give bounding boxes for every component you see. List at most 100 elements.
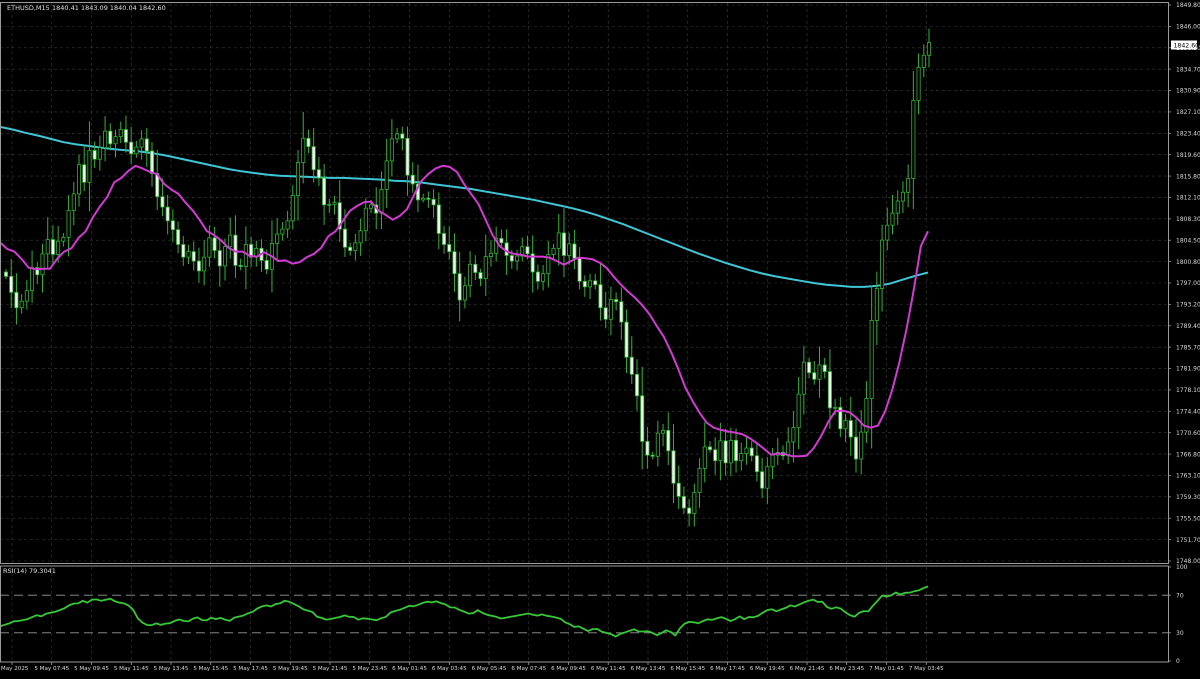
candle-body-up [353, 242, 358, 251]
price-tick-label: 1808.30 [1176, 216, 1200, 223]
candle-body-down [629, 356, 634, 375]
candle-body-down [535, 271, 540, 282]
candle-body-down [734, 439, 739, 462]
candle-body-up [515, 255, 520, 262]
candle-body-up [890, 212, 895, 226]
candle-body-down [598, 284, 603, 309]
candle-body-up [541, 273, 546, 282]
price-tick-label: 1830.90 [1176, 88, 1200, 95]
time-tick-label: 5 May 2025 [0, 666, 29, 672]
candle-body-up [103, 130, 108, 149]
candle-body-up [97, 147, 102, 160]
candle-body-up [379, 189, 384, 214]
candle-body-down [603, 307, 608, 320]
candle-body-up [770, 454, 775, 468]
candle-body-up [87, 150, 92, 183]
candle-body-up [296, 162, 301, 196]
candle-body-down [457, 273, 462, 301]
time-tick-label: 6 May 01:45 [392, 666, 427, 672]
candle-body-down [634, 373, 639, 397]
candle-body-down [149, 150, 155, 174]
price-tick-label: 1785.70 [1176, 344, 1200, 351]
price-tick-label: 1800.80 [1176, 259, 1200, 266]
candle-body-up [843, 420, 848, 430]
candle-body-up [791, 427, 796, 443]
candle-body-down [624, 321, 629, 358]
candle-body-down [593, 280, 598, 286]
time-tick-label: 6 May 21:45 [790, 666, 825, 672]
time-tick-label: 5 May 15:45 [193, 666, 228, 672]
candle-body-down [342, 228, 347, 248]
candle-body-up [61, 236, 66, 242]
candle-body-down [50, 239, 55, 255]
candle-body-up [692, 492, 697, 514]
candle-body-down [619, 301, 624, 323]
candle-body-down [316, 169, 321, 179]
candle-body-up [728, 439, 733, 464]
candle-body-up [906, 178, 911, 193]
candlestick-chart[interactable]: 1849.801846.001838.501834.701830.901827.… [0, 0, 1200, 675]
candle-body-down [426, 197, 431, 200]
candle-body-up [655, 432, 660, 457]
candle-body-down [760, 471, 765, 489]
candle-body-up [421, 197, 426, 201]
candle-body-down [311, 146, 316, 171]
rsi-label: RSI(14) 79.3041 [3, 567, 56, 575]
price-tick-label: 1797.00 [1176, 280, 1200, 287]
candle-body-down [436, 204, 441, 234]
candle-body-down [400, 133, 405, 139]
candle-body-up [874, 288, 879, 321]
candle-body-down [176, 229, 181, 245]
time-tick-label: 6 May 19:45 [750, 666, 785, 672]
price-tick-label: 1846.00 [1176, 24, 1200, 31]
candle-body-up [290, 195, 295, 222]
candle-body-down [160, 196, 165, 208]
candle-body-down [822, 364, 827, 372]
candle-body-up [243, 244, 248, 267]
candle-body-up [926, 42, 932, 56]
candle-body-up [363, 207, 368, 232]
price-tick-label: 1781.90 [1176, 366, 1200, 373]
candle-body-up [186, 251, 191, 258]
candle-body-up [661, 430, 666, 434]
rsi-tick-label: 70 [1176, 592, 1184, 599]
candle-body-down [666, 430, 671, 452]
time-tick-label: 5 May 13:45 [154, 666, 189, 672]
candle-body-down [509, 255, 514, 262]
candle-body-down [410, 174, 415, 185]
candle-body-up [588, 280, 593, 288]
candle-body-up [285, 220, 290, 230]
candle-body-up [45, 239, 50, 255]
candle-body-down [650, 454, 655, 457]
candle-body-up [19, 300, 24, 309]
candle-body-up [916, 66, 921, 101]
time-tick-label: 5 May 17:45 [233, 666, 268, 672]
candle-body-up [833, 406, 838, 409]
time-tick-label: 7 May 01:45 [869, 666, 904, 672]
price-tick-label: 1763.10 [1176, 473, 1200, 480]
candle-body-up [697, 467, 702, 493]
candle-body-down [123, 129, 128, 143]
candle-body-down [452, 251, 457, 275]
candle-body-down [431, 198, 436, 206]
candle-body-down [144, 138, 149, 152]
candle-body-up [483, 256, 488, 279]
candle-body-up [207, 237, 212, 258]
price-tick-label: 1815.80 [1176, 173, 1200, 180]
chart-terminal: 1849.801846.001838.501834.701830.901827.… [0, 0, 1200, 675]
time-tick-label: 6 May 13:45 [631, 666, 666, 672]
candle-body-up [24, 290, 29, 302]
candle-body-down [707, 446, 712, 451]
candle-body-down [499, 238, 504, 244]
candle-body-down [447, 244, 452, 253]
candle-body-down [348, 246, 353, 251]
candle-body-down [853, 436, 859, 460]
candle-body-down [754, 455, 759, 473]
candle-body-up [567, 243, 572, 256]
candle-body-up [859, 431, 864, 460]
candle-body-down [645, 441, 650, 456]
candle-body-up [389, 138, 394, 162]
candle-body-down [129, 141, 134, 155]
price-tick-label: 1823.40 [1176, 131, 1200, 138]
candle-body-down [264, 260, 269, 270]
